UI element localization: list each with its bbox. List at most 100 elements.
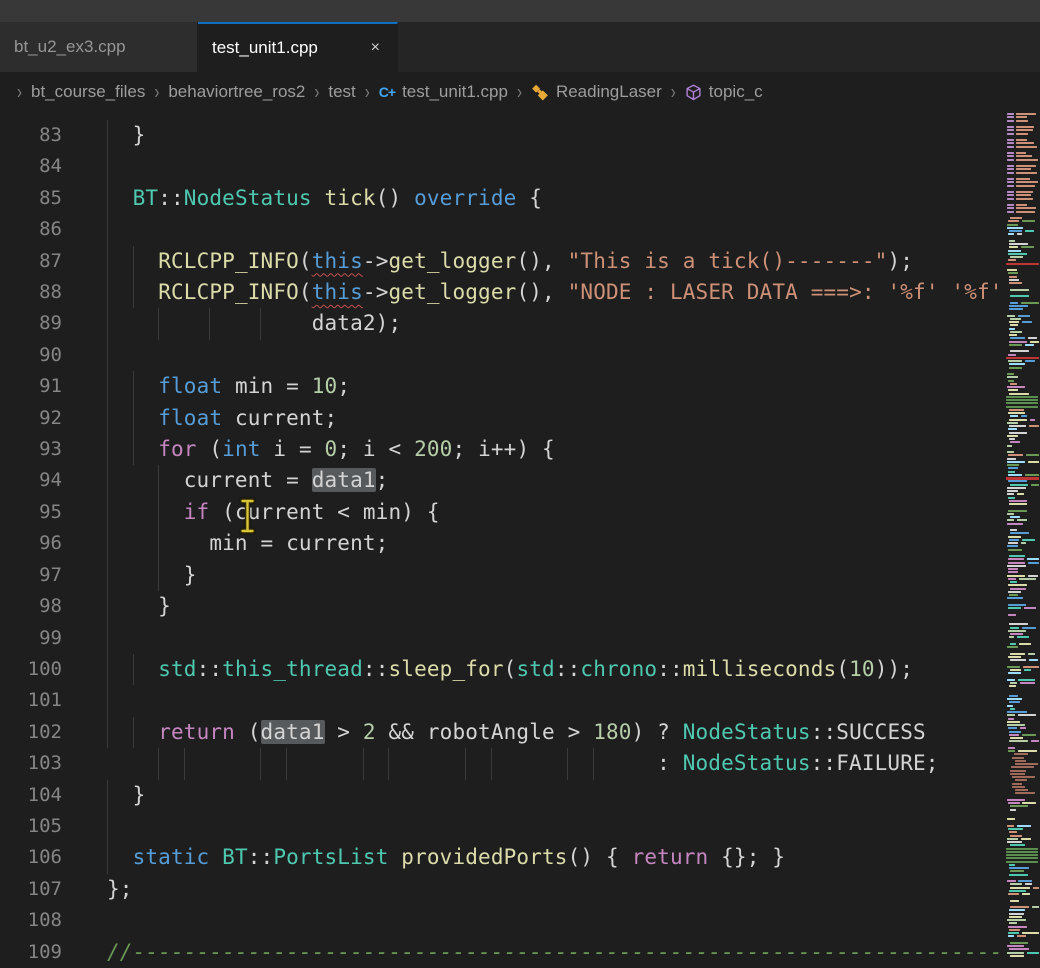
code-line-87[interactable]: 87 RCLCPP_INFO(this->get_logger(), "This… — [0, 246, 1040, 277]
code-line-88[interactable]: 88 RCLCPP_INFO(this->get_logger(), "NODE… — [0, 277, 1040, 308]
line-number[interactable]: 99 — [0, 623, 62, 654]
minimap-line — [1033, 887, 1039, 889]
code-line-102[interactable]: 102 return (data1 > 2 && robotAngle > 18… — [0, 717, 1040, 748]
code-line-95[interactable]: 95 if (current < min) { — [0, 497, 1040, 528]
line-number[interactable]: 97 — [0, 560, 62, 591]
line-number[interactable]: 84 — [0, 151, 62, 182]
code-line-97[interactable]: 97 } — [0, 560, 1040, 591]
code-text[interactable]: if (current < min) { — [107, 497, 440, 528]
code-line-86[interactable]: 86 — [0, 214, 1040, 245]
line-number[interactable]: 102 — [0, 717, 62, 748]
minimap-line — [1031, 740, 1039, 742]
line-number[interactable]: 104 — [0, 780, 62, 811]
minimap-line — [1007, 435, 1018, 437]
code-line-98[interactable]: 98 } — [0, 591, 1040, 622]
code-text[interactable]: float current; — [107, 403, 337, 434]
tab-bt-u2-ex3[interactable]: bt_u2_ex3.cpp — [0, 22, 198, 72]
line-number[interactable]: 90 — [0, 340, 62, 371]
code-line-109[interactable]: 109 //-----------------------------------… — [0, 937, 1040, 968]
code-text[interactable]: current = data1; — [107, 465, 388, 496]
code-line-108[interactable]: 108 — [0, 905, 1040, 936]
line-number[interactable]: 85 — [0, 183, 62, 214]
code-line-84[interactable]: 84 — [0, 151, 1040, 182]
line-number[interactable]: 105 — [0, 811, 62, 842]
code-text[interactable]: //--------------------------------------… — [107, 937, 1003, 968]
code-text[interactable]: RCLCPP_INFO(this->get_logger(), "This is… — [107, 246, 913, 277]
code-text[interactable]: }; — [107, 874, 133, 905]
code-line-99[interactable]: 99 — [0, 623, 1040, 654]
minimap-line — [1017, 519, 1027, 521]
code-line-83[interactable]: 83 } — [0, 120, 1040, 151]
close-icon[interactable]: × — [368, 38, 383, 58]
line-number[interactable]: 86 — [0, 214, 62, 245]
line-number[interactable]: 107 — [0, 874, 62, 905]
minimap-line — [1008, 380, 1014, 382]
code-line-107[interactable]: 107}; — [0, 874, 1040, 905]
line-number[interactable]: 103 — [0, 748, 62, 779]
code-text[interactable]: float min = 10; — [107, 371, 350, 402]
line-number[interactable]: 108 — [0, 905, 62, 936]
code-line-96[interactable]: 96 min = current; — [0, 528, 1040, 559]
line-number[interactable]: 109 — [0, 937, 62, 968]
code-line-89[interactable]: 89 data2); — [0, 308, 1040, 339]
code-line-94[interactable]: 94 current = data1; — [0, 465, 1040, 496]
breadcrumb-item-topic-c[interactable]: topic_c — [685, 82, 763, 102]
code-text[interactable]: data2); — [107, 308, 401, 339]
code-line-101[interactable]: 101 — [0, 685, 1040, 716]
minimap-line — [1008, 253, 1027, 255]
code-line-105[interactable]: 105 — [0, 811, 1040, 842]
code-text[interactable]: RCLCPP_INFO(this->get_logger(), "NODE : … — [107, 277, 1003, 308]
minimap-line — [1008, 536, 1021, 538]
breadcrumb-item-behaviortree-ros2[interactable]: behaviortree_ros2 — [168, 82, 305, 102]
line-number[interactable]: 106 — [0, 842, 62, 873]
line-number[interactable]: 101 — [0, 685, 62, 716]
code-text[interactable]: static BT::PortsList providedPorts() { r… — [107, 842, 785, 873]
line-number[interactable]: 98 — [0, 591, 62, 622]
minimap-line — [1007, 880, 1016, 882]
code-line-100[interactable]: 100 std::this_thread::sleep_for(std::chr… — [0, 654, 1040, 685]
code-line-103[interactable]: 103 : NodeStatus::FAILURE; — [0, 748, 1040, 779]
code-text[interactable]: } — [107, 591, 171, 622]
breadcrumb-item-test[interactable]: test — [328, 82, 355, 102]
code-text[interactable]: return (data1 > 2 && robotAngle > 180) ?… — [107, 717, 926, 748]
minimap-line — [1010, 942, 1028, 944]
code-line-91[interactable]: 91 float min = 10; — [0, 371, 1040, 402]
line-number[interactable]: 89 — [0, 308, 62, 339]
code-line-85[interactable]: 85 BT::NodeStatus tick() override { — [0, 183, 1040, 214]
line-number[interactable]: 83 — [0, 120, 62, 151]
code-text[interactable]: : NodeStatus::FAILURE; — [107, 748, 939, 779]
line-number[interactable]: 87 — [0, 246, 62, 277]
line-number[interactable]: 94 — [0, 465, 62, 496]
minimap-line — [1008, 510, 1027, 512]
minimap-line — [1010, 708, 1015, 710]
breadcrumb-item-test-unit1-cpp[interactable]: C+test_unit1.cpp — [379, 82, 508, 102]
minimap-line — [1007, 523, 1023, 525]
code-line-93[interactable]: 93 for (int i = 0; i < 200; i++) { — [0, 434, 1040, 465]
code-text[interactable]: } — [107, 560, 197, 591]
code-text[interactable]: std::this_thread::sleep_for(std::chrono:… — [107, 654, 913, 685]
code-line-106[interactable]: 106 static BT::PortsList providedPorts()… — [0, 842, 1040, 873]
code-text[interactable]: BT::NodeStatus tick() override { — [107, 183, 542, 214]
code-text[interactable]: } — [107, 780, 145, 811]
minimap-line — [1007, 575, 1025, 577]
code-text[interactable]: for (int i = 0; i < 200; i++) { — [107, 434, 555, 465]
code-line-90[interactable]: 90 — [0, 340, 1040, 371]
line-number[interactable]: 100 — [0, 654, 62, 685]
tab-test-unit1[interactable]: test_unit1.cpp × — [198, 22, 398, 72]
minimap-line — [1022, 321, 1032, 323]
code-line-104[interactable]: 104 } — [0, 780, 1040, 811]
breadcrumb-item-readinglaser[interactable]: ReadingLaser — [531, 82, 662, 102]
code-editor[interactable]: 83 }8485 BT::NodeStatus tick() override … — [0, 112, 1040, 968]
minimap[interactable] — [1006, 112, 1040, 968]
line-number[interactable]: 88 — [0, 277, 62, 308]
line-number[interactable]: 91 — [0, 371, 62, 402]
line-number[interactable]: 93 — [0, 434, 62, 465]
code-text[interactable]: } — [107, 120, 145, 151]
line-number[interactable]: 96 — [0, 528, 62, 559]
minimap-line — [1025, 344, 1034, 346]
minimap-line — [1030, 341, 1039, 343]
breadcrumb-item-bt-course-files[interactable]: bt_course_files — [31, 82, 145, 102]
code-line-92[interactable]: 92 float current; — [0, 403, 1040, 434]
line-number[interactable]: 92 — [0, 403, 62, 434]
line-number[interactable]: 95 — [0, 497, 62, 528]
